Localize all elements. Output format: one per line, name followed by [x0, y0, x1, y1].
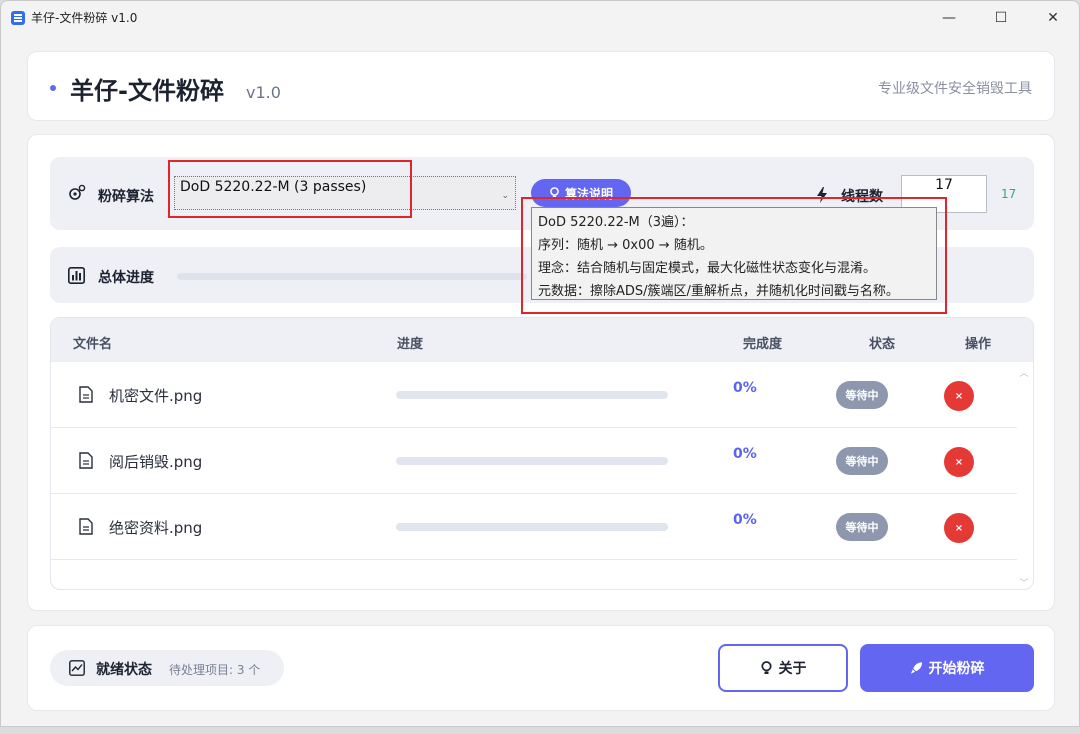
status-text: 待处理项目: 3 个: [169, 663, 261, 677]
file-name: 阅后销毁.png: [109, 453, 203, 471]
rocket-icon: [910, 662, 922, 674]
tooltip-line: DoD 5220.22-M（3遍）：: [538, 215, 694, 230]
app-version: v1.0: [246, 83, 281, 102]
algorithm-select[interactable]: DoD 5220.22-M (3 passes) ⌄: [174, 176, 516, 210]
start-shred-label: 开始粉碎: [928, 661, 985, 677]
file-icon: [79, 518, 93, 535]
close-button[interactable]: ✕: [1027, 1, 1079, 34]
maximize-button[interactable]: ☐: [975, 1, 1027, 34]
thread-count-display: 17: [1001, 187, 1017, 201]
file-icon: [79, 452, 93, 469]
app-subtitle: 专业级文件安全销毁工具: [878, 81, 1032, 97]
title-bar: 羊仔-文件粉碎 v1.0 — ☐ ✕: [1, 1, 1079, 34]
lightbulb-icon: [550, 187, 559, 198]
algorithm-help-label: 算法说明: [564, 186, 613, 201]
file-percent: 0%: [733, 512, 757, 528]
status-badge: 等待中: [836, 447, 888, 475]
file-progress-bar: [396, 523, 668, 531]
header-status: 状态: [869, 337, 896, 352]
window-controls: — ☐ ✕: [923, 1, 1079, 34]
footer-card: 就绪状态 待处理项目: 3 个 关于 开始粉碎: [27, 625, 1055, 711]
table-row: 机密文件.png 0% 等待中 ×: [51, 362, 1017, 428]
gear-icon: [69, 184, 86, 200]
start-shred-button[interactable]: 开始粉碎: [860, 644, 1034, 692]
table-scrollbar[interactable]: ︿ ﹀: [1015, 362, 1033, 589]
overall-progress-label: 总体进度: [98, 270, 154, 286]
thread-count-label: 线程数: [841, 189, 883, 205]
header-action: 操作: [965, 337, 992, 352]
file-progress-bar: [396, 391, 668, 399]
scroll-up-icon[interactable]: ︿: [1019, 366, 1029, 379]
lightbulb-icon: [760, 661, 772, 674]
status-badge: 等待中: [836, 513, 888, 541]
about-label: 关于: [778, 661, 807, 677]
window-title: 羊仔-文件粉碎 v1.0: [31, 11, 138, 25]
algorithm-tooltip: DoD 5220.22-M（3遍）： 序列：随机 → 0x00 → 随机。 理念…: [531, 207, 937, 300]
chart-icon: [69, 660, 85, 676]
title-dot: [50, 85, 56, 91]
header-completion: 完成度: [743, 337, 783, 352]
app-title: 羊仔-文件粉碎: [70, 77, 224, 105]
file-table: 文件名 进度 完成度 状态 操作 机密文件.png 0% 等待中 × 阅后销毁.…: [50, 317, 1034, 590]
chevron-down-icon: ⌄: [501, 191, 509, 201]
bar-chart-icon: [68, 267, 85, 284]
header-filename: 文件名: [73, 337, 113, 352]
file-percent: 0%: [733, 446, 757, 462]
minimize-button[interactable]: —: [923, 1, 975, 34]
delete-button[interactable]: ×: [944, 381, 974, 411]
file-name: 绝密资料.png: [109, 519, 203, 537]
file-name: 机密文件.png: [109, 387, 203, 405]
tooltip-line: 理念：结合随机与固定模式，最大化磁性状态变化与混淆。: [538, 261, 877, 276]
algorithm-label: 粉碎算法: [98, 189, 154, 205]
overall-progress-bar: [177, 273, 527, 280]
scroll-down-icon[interactable]: ﹀: [1019, 576, 1029, 589]
app-icon: [11, 10, 25, 25]
table-row: 绝密资料.png 0% 等待中 ×: [51, 494, 1017, 560]
app-window: 羊仔-文件粉碎 v1.0 — ☐ ✕ 羊仔-文件粉碎 v1.0 专业级文件安全销…: [0, 0, 1080, 727]
about-button[interactable]: 关于: [718, 644, 848, 692]
tooltip-line: 序列：随机 → 0x00 → 随机。: [538, 238, 713, 253]
header-card: 羊仔-文件粉碎 v1.0 专业级文件安全销毁工具: [27, 51, 1055, 121]
file-progress-bar: [396, 457, 668, 465]
file-percent: 0%: [733, 380, 757, 396]
status-pill: 就绪状态 待处理项目: 3 个: [50, 650, 284, 686]
algorithm-help-button[interactable]: 算法说明: [531, 179, 631, 207]
header-progress: 进度: [397, 337, 424, 352]
delete-button[interactable]: ×: [944, 447, 974, 477]
status-badge: 等待中: [836, 381, 888, 409]
tooltip-line: 元数据：擦除ADS/簇端区/重解析点，并随机化时间戳与名称。: [538, 284, 899, 299]
lightning-icon: [817, 187, 827, 203]
main-card: 粉碎算法 DoD 5220.22-M (3 passes) ⌄ 算法说明 线程数…: [27, 134, 1055, 611]
table-row: 阅后销毁.png 0% 等待中 ×: [51, 428, 1017, 494]
table-header: 文件名 进度 完成度 状态 操作: [51, 318, 1033, 362]
file-icon: [79, 386, 93, 403]
status-label: 就绪状态: [96, 662, 152, 678]
algorithm-selected-value: DoD 5220.22-M (3 passes): [180, 179, 367, 195]
delete-button[interactable]: ×: [944, 513, 974, 543]
